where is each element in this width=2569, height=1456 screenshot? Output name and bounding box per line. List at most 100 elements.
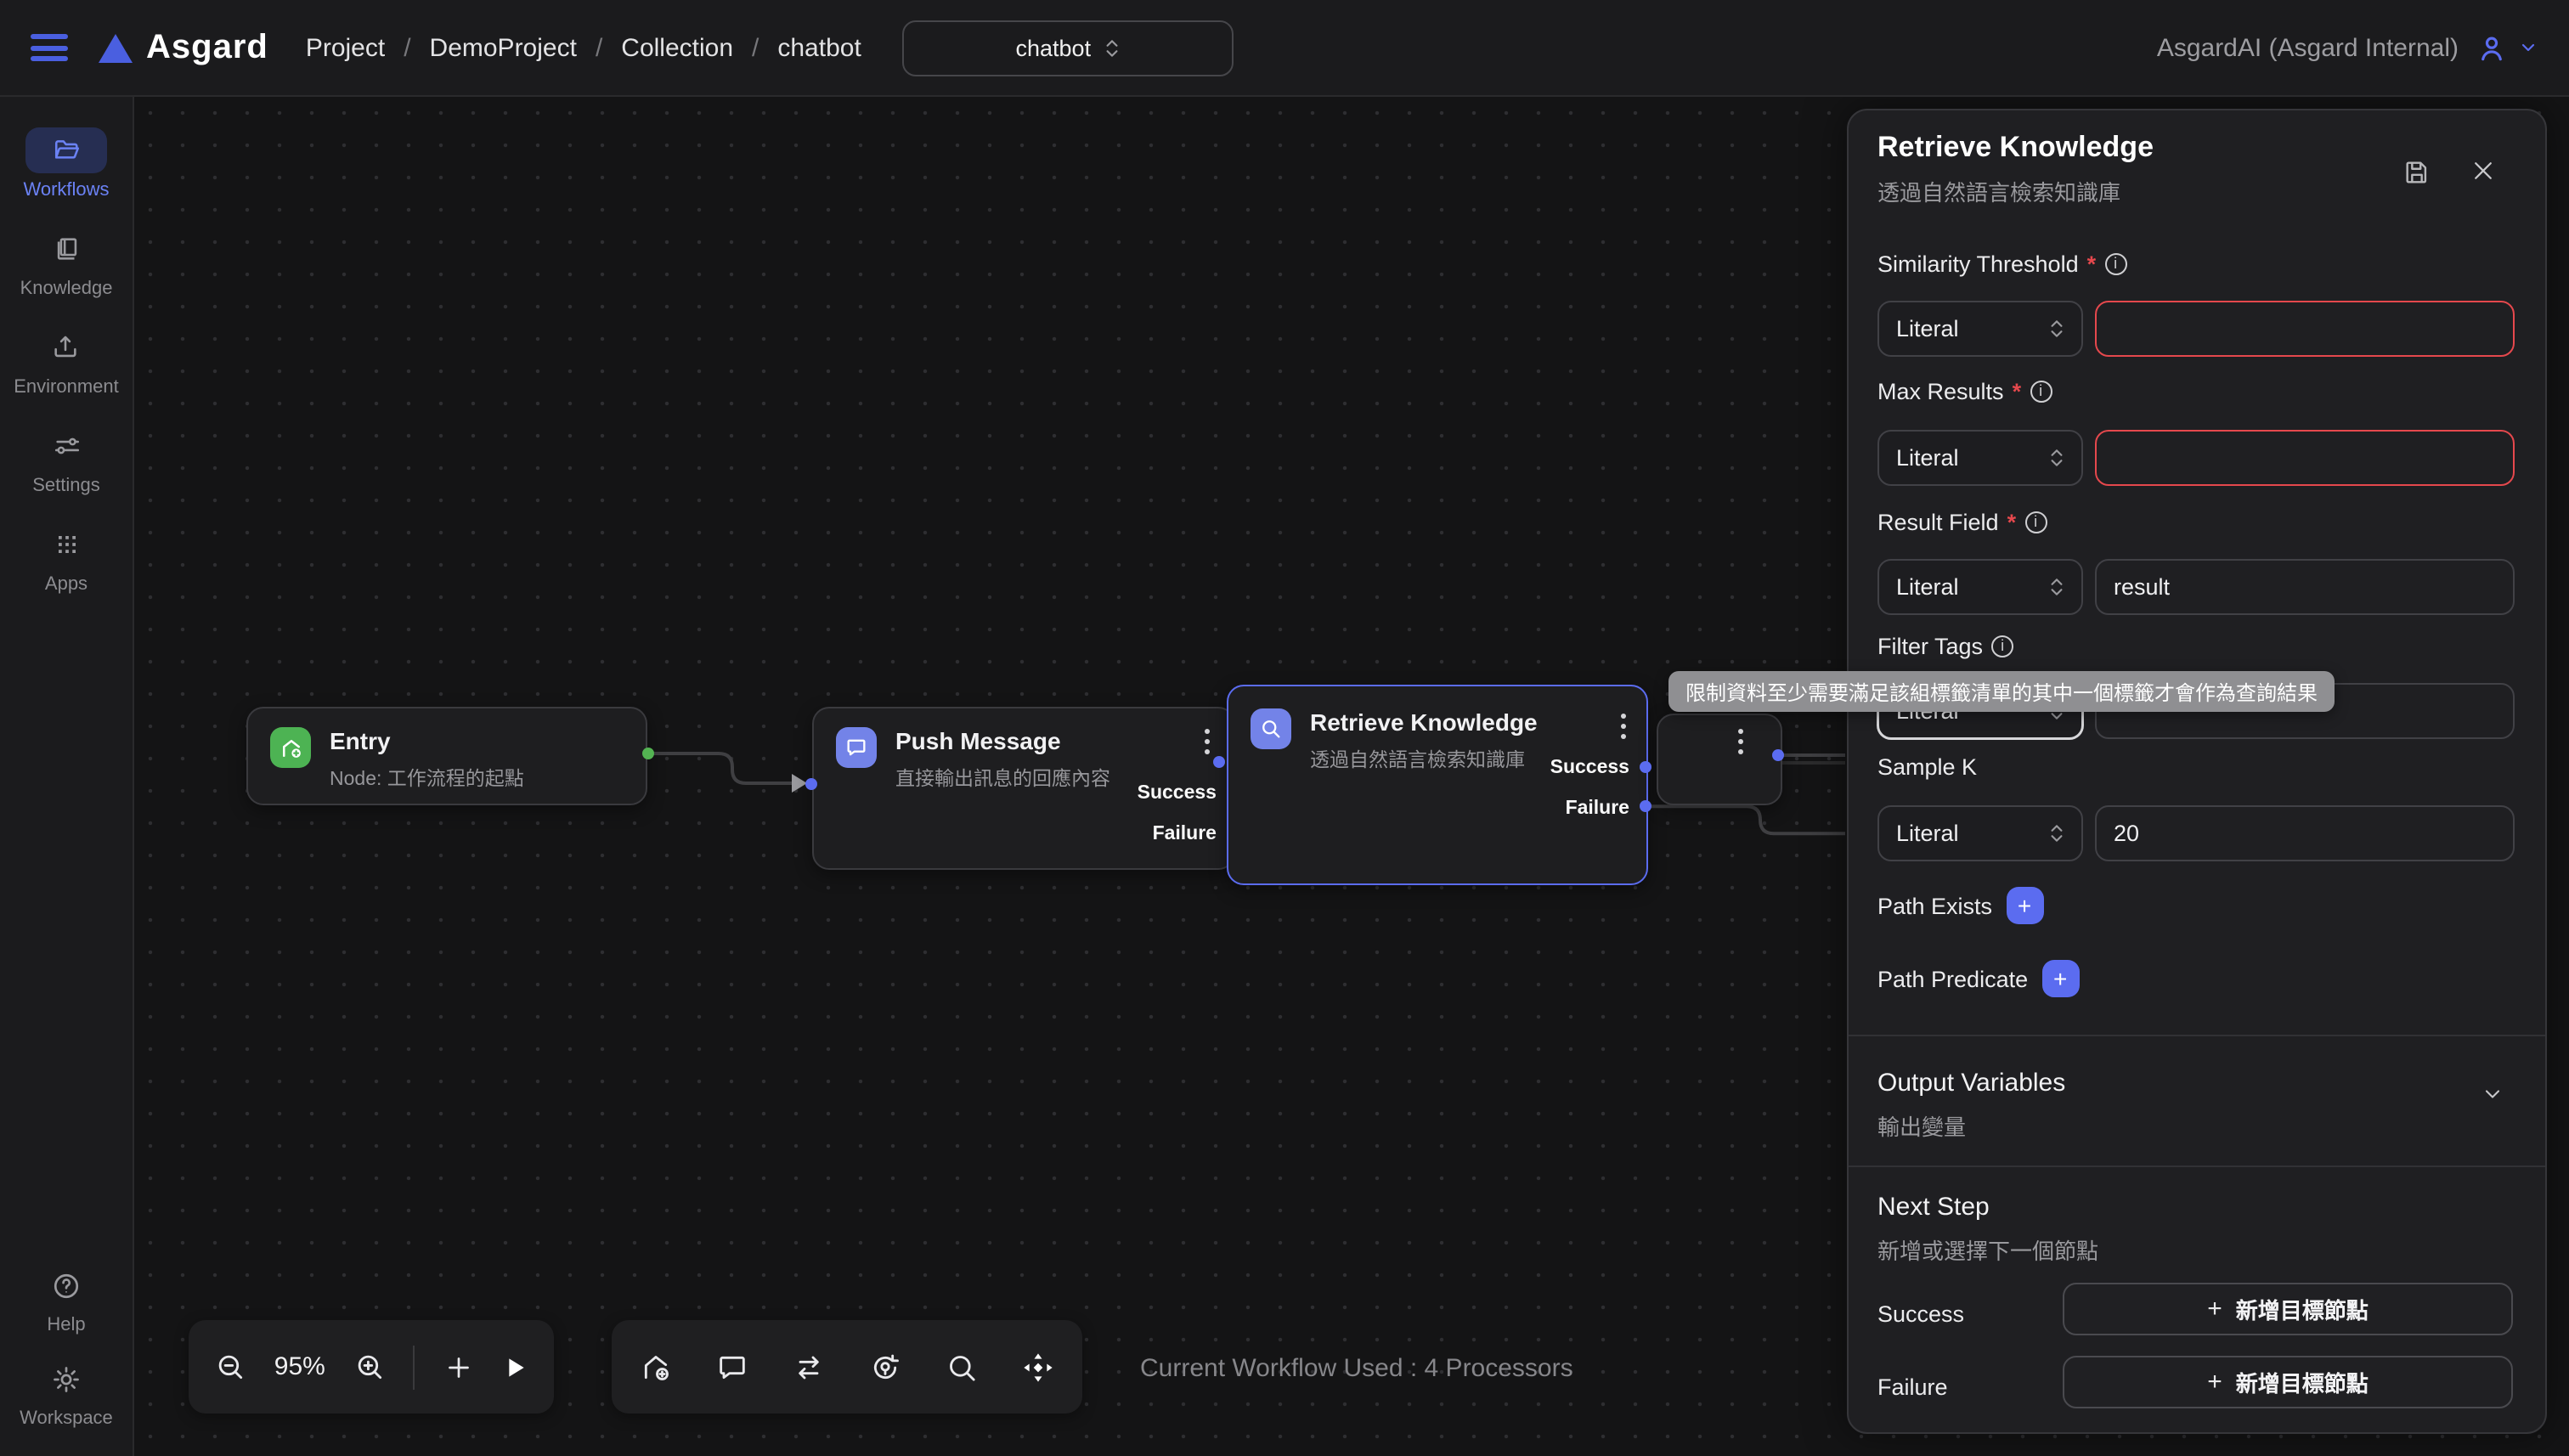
value-type-select[interactable]: Literal [1877,559,2083,615]
account-chevron-down-icon[interactable] [2518,37,2538,58]
speech-bubble-icon [836,727,877,768]
workflow-select[interactable]: chatbot [902,20,1234,76]
info-icon[interactable] [1991,635,2013,657]
sidebar-bottom-group: Help Workspace [20,1262,113,1456]
breadcrumb: Project / DemoProject / Collection / cha… [306,33,861,62]
add-target-node-success-button[interactable]: 新增目標節點 [2063,1283,2513,1335]
sidebar-item-workflows[interactable]: Workflows [23,127,109,200]
sliders-icon [25,423,107,469]
next-step-success-label: Success [1877,1301,1964,1327]
menu-icon[interactable] [31,34,68,61]
sidebar-item-apps[interactable]: Apps [25,522,107,595]
move-tool-icon[interactable] [1021,1350,1055,1384]
info-icon[interactable] [2024,511,2047,533]
value-type-select[interactable]: Literal [1877,805,2083,861]
sidebar-item-label: Knowledge [20,279,113,299]
field-label-text: Max Results [1877,378,2004,404]
port-retrieve-success[interactable] [1640,761,1652,773]
breadcrumb-collection[interactable]: Collection [621,33,733,62]
path-exists-label: Path Exists [1877,893,1992,918]
sidebar-item-knowledge[interactable]: Knowledge [20,226,113,299]
sidebar-item-label: Workflows [23,180,109,200]
add-node-button[interactable] [443,1352,473,1382]
close-icon[interactable] [2470,158,2496,183]
sidebar-item-label: Settings [32,476,100,496]
sample-k-input[interactable] [2095,805,2515,861]
sidebar-item-environment[interactable]: Environment [14,324,119,398]
toolbar-divider [413,1345,415,1389]
result-field-input[interactable] [2095,559,2515,615]
apps-grid-icon [25,522,107,567]
workflow-select-value: chatbot [1016,35,1092,60]
similarity-threshold-input[interactable] [2095,301,2515,357]
chevron-down-icon[interactable] [2481,1082,2504,1106]
message-node-tool-icon[interactable] [715,1350,749,1384]
select-value: Literal [1896,445,1959,471]
node-subtitle: 直接輸出訊息的回應內容 [895,765,1110,792]
node-hidden-partial[interactable] [1657,714,1782,805]
brand-name: Asgard [146,28,268,67]
path-exists-row: Path Exists [1877,887,2043,924]
sidebar-item-workspace[interactable]: Workspace [20,1356,113,1429]
workflow-status-text: Current Workflow Used : 4 Processors [1140,1354,1573,1383]
house-plus-icon [270,727,311,768]
breadcrumb-chatbot[interactable]: chatbot [777,33,861,62]
gear-icon [25,1356,107,1402]
sidebar-item-settings[interactable]: Settings [25,423,107,496]
field-row-sample-k: Literal [1877,805,2515,861]
switch-node-tool-icon[interactable] [792,1350,826,1384]
node-menu-icon[interactable] [1205,729,1210,734]
path-predicate-row: Path Predicate [1877,960,2079,997]
field-label-max-results: Max Results * [1877,379,2052,403]
field-row-result-field: Literal [1877,559,2515,615]
port-node4-output[interactable] [1772,749,1784,761]
breadcrumb-project[interactable]: Project [306,33,385,62]
run-workflow-button[interactable] [501,1353,528,1380]
save-icon[interactable] [2402,158,2431,187]
folder-icon [25,127,107,173]
zoom-level: 95% [274,1352,325,1381]
node-entry[interactable]: Entry Node: 工作流程的起點 [246,707,647,805]
field-label-text: Similarity Threshold [1877,251,2079,276]
add-path-predicate-button[interactable] [2041,960,2079,997]
value-type-select[interactable]: Literal [1877,301,2083,357]
field-label-sample-k: Sample K [1877,754,1977,778]
next-step-failure-label: Failure [1877,1374,1948,1400]
port-push-input[interactable] [805,777,816,789]
zoom-toolbar: 95% [189,1320,554,1414]
next-step-title: Next Step [1877,1193,1990,1222]
port-retrieve-input[interactable] [1213,756,1225,768]
path-predicate-label: Path Predicate [1877,966,2028,991]
node-title: Retrieve Knowledge [1310,708,1538,737]
search-node-tool-icon[interactable] [945,1350,979,1384]
port-entry-output[interactable] [641,748,653,759]
panel-subtitle: 透過自然語言檢索知識庫 [1877,175,2120,207]
asgard-logo-icon[interactable] [99,33,133,62]
node-menu-icon[interactable] [1621,714,1626,719]
node-push-message[interactable]: Push Message 直接輸出訊息的回應內容 Success Failure [812,707,1235,870]
breadcrumb-demo-project[interactable]: DemoProject [430,33,577,62]
button-label: 新增目標節點 [2236,1366,2369,1398]
info-icon[interactable] [2104,252,2126,274]
plus-icon [2207,1295,2222,1323]
zoom-in-icon[interactable] [353,1351,386,1383]
sidebar-item-label: Help [47,1315,85,1335]
port-retrieve-failure[interactable] [1640,800,1652,812]
add-path-exists-button[interactable] [2006,887,2043,924]
node-menu-icon[interactable] [1738,729,1743,734]
zoom-out-icon[interactable] [214,1351,246,1383]
sidebar-item-help[interactable]: Help [25,1262,107,1335]
node-retrieve-knowledge[interactable]: Retrieve Knowledge 透過自然語言檢索知識庫 Success F… [1227,685,1648,885]
max-results-input[interactable] [2095,430,2515,486]
value-type-select[interactable]: Literal [1877,430,2083,486]
user-avatar-icon[interactable] [2476,31,2508,64]
entry-node-tool-icon[interactable] [639,1350,673,1384]
info-icon[interactable] [2030,380,2052,402]
add-target-node-failure-button[interactable]: 新增目標節點 [2063,1356,2513,1408]
ai-node-tool-icon[interactable] [868,1350,902,1384]
output-variables-title: Output Variables [1877,1069,2065,1098]
sidebar-item-label: Environment [14,377,119,398]
required-mark: * [2007,509,2017,534]
node-subtitle: 透過自然語言檢索知識庫 [1310,746,1538,773]
select-value: Literal [1896,821,1959,846]
